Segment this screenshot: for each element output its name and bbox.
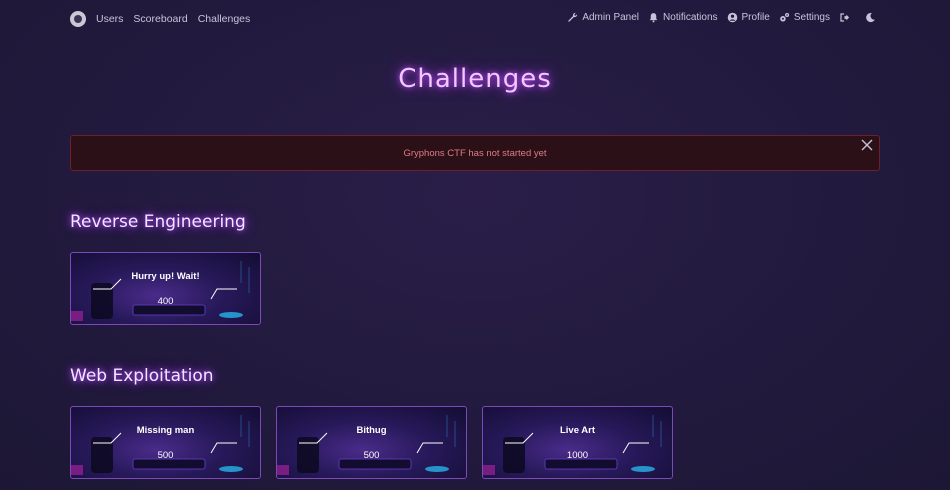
nav-profile-label: Profile — [741, 12, 770, 23]
card-background-art — [71, 415, 250, 475]
card-background-art — [71, 261, 250, 321]
challenge-points: 500 — [157, 450, 174, 461]
card-background-art — [277, 415, 456, 475]
nav-notifications-label: Notifications — [663, 12, 718, 23]
nav-link-scoreboard[interactable]: Scoreboard — [133, 13, 187, 25]
nav-left: Users Scoreboard Challenges — [70, 11, 250, 27]
bell-icon — [649, 13, 658, 23]
challenge-name: Live Art — [559, 425, 596, 436]
nav-admin-panel-label: Admin Panel — [582, 12, 640, 23]
category-title: Reverse Engineering — [70, 212, 246, 232]
navbar: Users Scoreboard Challenges Admin Panel … — [0, 0, 950, 38]
cogs-icon — [780, 13, 789, 22]
ctf-logo-icon[interactable] — [70, 11, 86, 27]
card-background-art — [483, 415, 662, 475]
nav-admin-panel[interactable]: Admin Panel — [567, 12, 639, 23]
moon-icon[interactable] — [865, 12, 876, 23]
page-title: Challenges — [398, 64, 552, 94]
challenge-card[interactable]: Missing man 500 — [70, 406, 261, 479]
alert-message: Gryphons CTF has not started yet — [403, 148, 547, 159]
nav-link-challenges[interactable]: Challenges — [198, 13, 251, 25]
challenge-points: 400 — [157, 296, 174, 307]
challenge-name: Hurry up! Wait! — [131, 271, 200, 282]
challenge-points: 500 — [363, 450, 380, 461]
wrench-icon — [568, 12, 578, 22]
close-icon[interactable] — [860, 138, 874, 152]
nav-profile[interactable]: Profile — [727, 12, 770, 23]
nav-settings-label: Settings — [793, 12, 830, 23]
nav-link-users[interactable]: Users — [96, 13, 123, 25]
challenge-card[interactable]: Hurry up! Wait! 400 — [70, 252, 261, 325]
nav-right: Admin Panel Notifications Profile Settin… — [567, 12, 876, 23]
logout-icon[interactable] — [839, 12, 850, 23]
challenge-points: 1000 — [566, 450, 589, 461]
challenge-name: Missing man — [136, 425, 195, 436]
nav-settings[interactable]: Settings — [779, 12, 830, 23]
ctf-not-started-alert: Gryphons CTF has not started yet — [70, 135, 880, 171]
user-circle-icon — [727, 12, 737, 23]
nav-notifications[interactable]: Notifications — [648, 12, 718, 23]
challenge-card[interactable]: Live Art 1000 — [482, 406, 673, 479]
category-title: Web Exploitation — [70, 366, 214, 386]
challenge-card[interactable]: Bithug 500 — [276, 406, 467, 479]
challenge-name: Bithug — [356, 425, 387, 436]
